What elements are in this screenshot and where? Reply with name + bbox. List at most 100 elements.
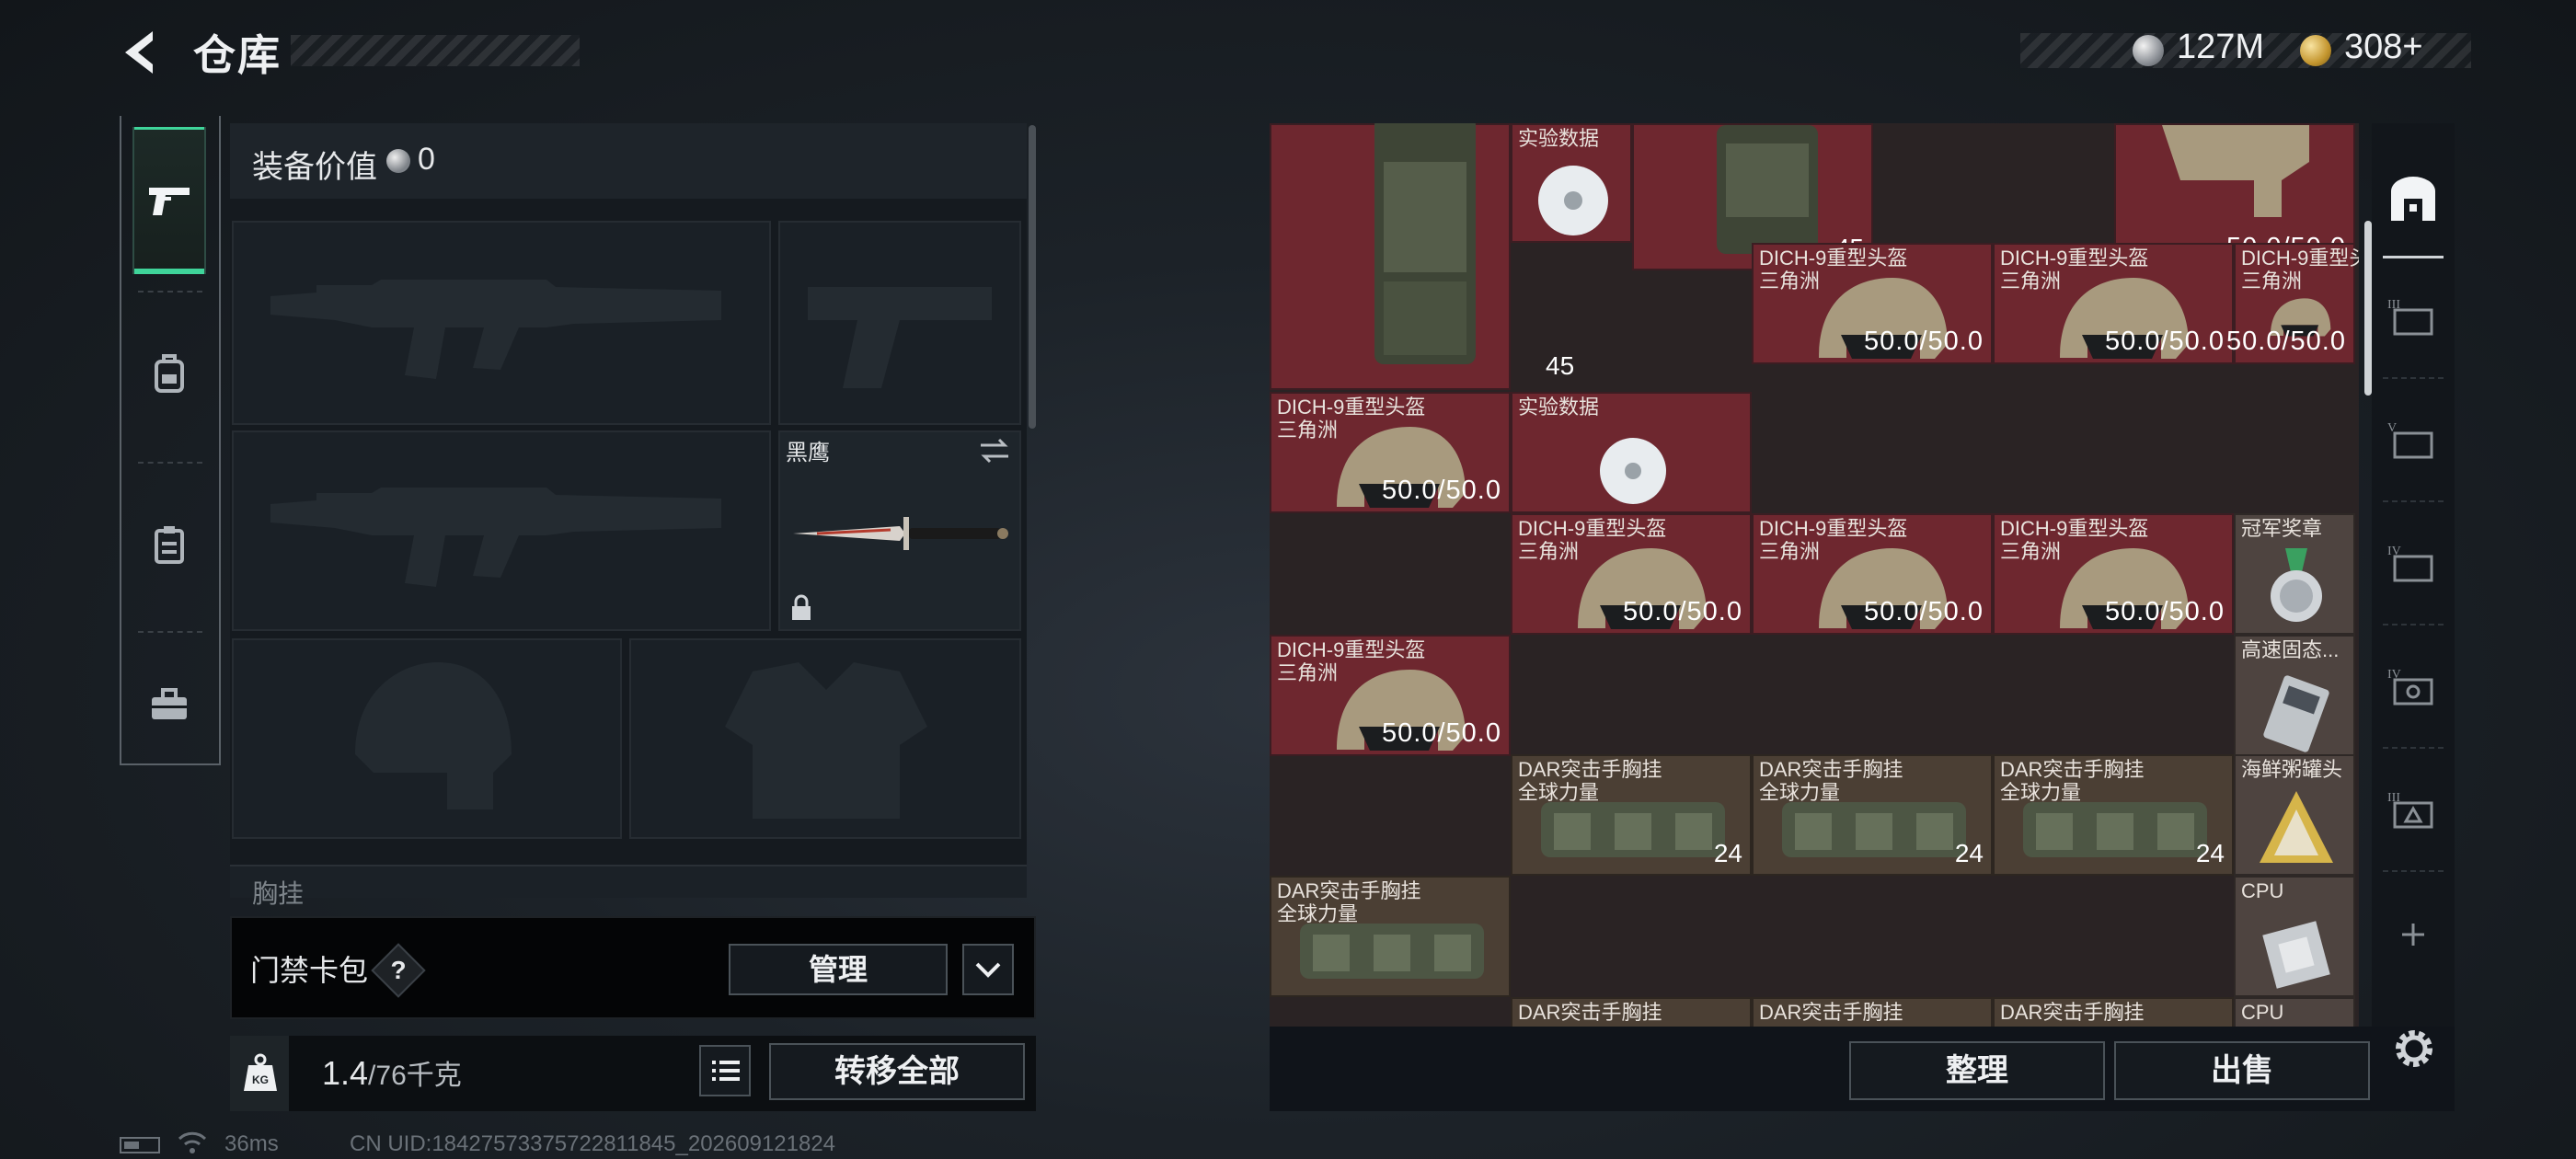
pistol-silhouette-icon: [808, 287, 992, 388]
item-durability: 50.0/50.0: [1382, 476, 1501, 505]
stash-item-cpu[interactable]: CPU: [2234, 997, 2355, 1027]
tier-5-storage-icon: V: [2387, 421, 2433, 459]
item-name: CPU: [2241, 1001, 2284, 1024]
gold-currency-value[interactable]: 308+: [2344, 28, 2423, 67]
stash-item-rig[interactable]: DAR突击手胸挂: [1752, 997, 1993, 1027]
item-durability: 50.0/50.0: [2105, 327, 2225, 356]
stash-item-helmet[interactable]: DICH-9重型头盔 三角洲50.0/50.0: [1270, 635, 1511, 756]
gear-icon[interactable]: [2388, 1023, 2440, 1074]
pistol-icon: [149, 188, 190, 215]
stash-item-ssd[interactable]: 高速固态...: [2234, 635, 2355, 756]
tab-storage-5[interactable]: V: [2381, 384, 2445, 495]
knife-icon: [793, 517, 1008, 550]
item-name: DAR突击手胸挂: [2000, 1001, 2145, 1024]
tab-safe-3[interactable]: III: [2381, 754, 2445, 865]
ssd-icon: [2263, 675, 2329, 752]
armor-slot[interactable]: [629, 638, 1021, 839]
stash-item-disc[interactable]: 实验数据: [1511, 392, 1752, 513]
stash-item-rig[interactable]: DAR突击手胸挂 全球力量 24: [1511, 754, 1752, 876]
armor-silhouette-icon: [725, 662, 927, 819]
item-name: 冠军奖章: [2241, 517, 2323, 540]
keycard-label: 门禁卡包: [250, 954, 369, 987]
data-disc-icon: [1600, 438, 1666, 504]
stash-item-rig[interactable]: DAR突击手胸挂: [1993, 997, 2234, 1027]
back-arrow-icon[interactable]: [118, 28, 164, 77]
helmet-silhouette-icon: [355, 662, 512, 809]
stash-scrollbar[interactable]: [2364, 221, 2372, 396]
stash-item-can[interactable]: 海鲜粥罐头: [2234, 754, 2355, 876]
tab-stash-home[interactable]: [2381, 143, 2445, 254]
gold-coin-icon[interactable]: [2300, 35, 2331, 66]
add-storage-button[interactable]: [2381, 879, 2445, 990]
stash-item-helmet[interactable]: DICH-9重型头盔 三角洲50.0/50.0: [1752, 243, 1993, 364]
chest-rig-slot[interactable]: [230, 865, 1027, 898]
expand-button[interactable]: [962, 944, 1014, 995]
tier-4-storage-icon: IV: [2387, 545, 2433, 582]
primary-weapon-slot[interactable]: [232, 221, 771, 425]
silver-coin-icon: [2133, 35, 2164, 66]
tab-storage-4[interactable]: IV: [2381, 508, 2445, 618]
data-disc-icon: [1538, 166, 1608, 235]
sell-button[interactable]: 出售: [2114, 1041, 2370, 1100]
sort-button[interactable]: 整理: [1849, 1041, 2105, 1100]
title-decoration: [291, 35, 580, 66]
stash-item-rig[interactable]: DAR突击手胸挂: [1511, 997, 1752, 1027]
clipboard-icon: [155, 526, 184, 564]
stash-item-cpu[interactable]: CPU: [2234, 876, 2355, 997]
toolbox-icon: [152, 688, 187, 719]
stash-item-helmet[interactable]: DICH-9重型头盔 三角洲50.0/50.0: [2226, 243, 2359, 364]
wifi-icon: [178, 1131, 207, 1153]
item-durability: 50.0/50.0: [1623, 597, 1742, 626]
backpack-icon: [155, 354, 184, 393]
list-icon: [712, 1061, 740, 1081]
stash-item-helmet[interactable]: DICH-9重型头盔 三角洲50.0/50.0: [1270, 392, 1511, 513]
tab-toolbox[interactable]: [132, 631, 206, 778]
item-name: 高速固态...: [2241, 638, 2340, 661]
stash-home-icon: [2391, 177, 2435, 221]
stash-item-helmet[interactable]: DICH-9重型头盔 三角洲50.0/50.0: [1993, 513, 2234, 635]
tab-weapons[interactable]: [132, 127, 206, 274]
equipment-scrollbar[interactable]: [1029, 125, 1036, 429]
transfer-all-button[interactable]: 转移全部: [769, 1043, 1025, 1100]
stash-item-experiment-data[interactable]: 实验数据: [1511, 123, 1632, 243]
stash-item-rig[interactable]: DAR突击手胸挂 全球力量: [1270, 876, 1511, 997]
stash-item-helmet[interactable]: DICH-9重型头盔 三角洲50.0/50.0: [1752, 513, 1993, 635]
secondary-weapon-slot[interactable]: [778, 221, 1021, 425]
canned-food-icon: [2260, 791, 2333, 863]
tab-safe-4[interactable]: IV: [2381, 631, 2445, 741]
item-durability: 50.0/50.0: [1864, 597, 1984, 626]
item-name: CPU: [2241, 879, 2284, 902]
stash-item-helmet[interactable]: DICH-9重型头盔 三角洲50.0/50.0: [1511, 513, 1752, 635]
melee-weapon-slot[interactable]: 黑鹰: [778, 430, 1021, 631]
help-icon-glyph: ?: [390, 956, 407, 984]
stash-item-medal[interactable]: 冠军奖章: [2234, 513, 2355, 635]
tier-3-safe-icon: III: [2387, 791, 2433, 829]
item-count: 24: [1713, 839, 1742, 867]
equipment-value-label: 装备价值: [252, 150, 377, 185]
item-name: 实验数据: [1518, 127, 1600, 150]
chest-rig-item-icon: [1541, 802, 1725, 857]
tab-storage-3[interactable]: III: [2381, 261, 2445, 372]
tab-tasks[interactable]: [132, 471, 206, 618]
item-name: DAR突击手胸挂: [1518, 1001, 1662, 1024]
item-count: 24: [1954, 839, 1984, 867]
backpack-item-icon: [1374, 123, 1476, 364]
weight-current: 1.4: [322, 1054, 369, 1092]
medal-icon: [2271, 548, 2322, 622]
stash-item-rig[interactable]: DAR突击手胸挂 全球力量 24: [1752, 754, 1993, 876]
list-view-button[interactable]: [699, 1045, 751, 1096]
swap-icon[interactable]: [979, 438, 1010, 464]
chevron-down-icon: [975, 962, 1001, 978]
stash-item-helmet[interactable]: DICH-9重型头盔 三角洲50.0/50.0: [1993, 243, 2234, 364]
helmet-item-icon: [2162, 125, 2309, 217]
tab-backpack[interactable]: [132, 300, 206, 447]
stash-item-backpack[interactable]: [1270, 123, 1511, 390]
svg-text:KG: KG: [252, 1073, 269, 1086]
primary-weapon-slot-2[interactable]: [232, 430, 771, 631]
equipment-value: 0: [418, 142, 435, 177]
tier-4-safe-icon: IV: [2387, 668, 2433, 706]
stash-item-rig[interactable]: DAR突击手胸挂 全球力量 24: [1993, 754, 2234, 876]
melee-weapon-name: 黑鹰: [786, 441, 830, 465]
manage-button[interactable]: 管理: [729, 944, 948, 995]
helmet-slot[interactable]: [232, 638, 622, 839]
